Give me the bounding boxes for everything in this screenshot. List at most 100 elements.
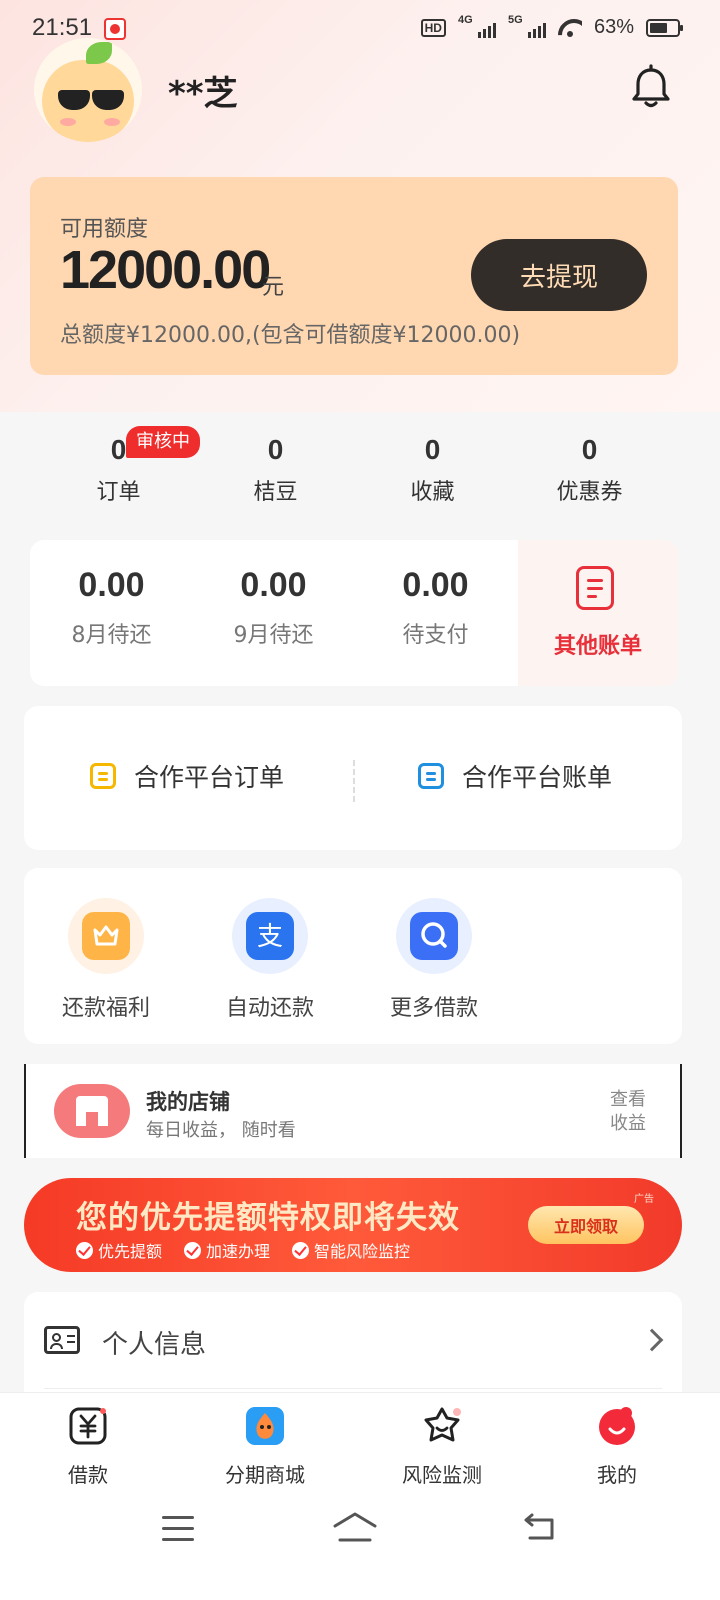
battery-percent: 63% (593, 16, 634, 38)
bills-card: 0.00 8月待还 0.00 9月待还 0.00 待支付 其他账单 (30, 540, 678, 686)
user-name: **芝 (168, 74, 238, 114)
notification-app-icon (104, 18, 126, 40)
partner-orders-link[interactable]: 合作平台订单 (90, 758, 284, 794)
back-icon[interactable] (522, 1512, 558, 1542)
bill-label: 待支付 (402, 623, 469, 648)
bill-label: 9月待还 (233, 623, 314, 648)
services-card: 还款福利 支 自动还款 更多借款 (24, 868, 682, 1044)
tab-mine[interactable]: 我的 (557, 1405, 677, 1488)
service-label: 还款福利 (61, 996, 150, 1021)
loan-icon (69, 1407, 107, 1445)
svg-text:支: 支 (257, 922, 283, 952)
promo-feature-label: 加速办理 (206, 1242, 271, 1261)
stat-value: 0 (581, 434, 598, 465)
order-document-icon (90, 763, 116, 789)
credit-card: 可用额度 12000.00 元 总额度¥12000.00,(包含可借额度¥120… (30, 177, 678, 375)
credit-unit: 元 (262, 275, 285, 300)
tab-loan[interactable]: 借款 (28, 1405, 148, 1488)
personal-info-row[interactable]: 个人信息 (24, 1292, 682, 1402)
service-label: 自动还款 (225, 996, 314, 1021)
tab-label: 风险监测 (402, 1463, 482, 1487)
credit-amount: 12000.00 (60, 240, 271, 300)
search-icon (396, 898, 472, 974)
gift-icon (68, 898, 144, 974)
service-more-loans[interactable]: 更多借款 (352, 898, 516, 1022)
other-bills-label: 其他账单 (553, 634, 642, 659)
stat-label: 优惠券 (556, 480, 623, 505)
alipay-icon: 支 (232, 898, 308, 974)
promo-feature-label: 智能风险监控 (314, 1242, 411, 1261)
service-repayment-benefits[interactable]: 还款福利 (24, 898, 188, 1022)
star-shield-icon (424, 1407, 461, 1442)
mall-icon (246, 1407, 284, 1445)
personal-info-label: 个人信息 (102, 1330, 207, 1360)
promo-feature: 智能风险监控 (292, 1238, 410, 1262)
review-badge: 审核中 (126, 426, 200, 458)
partner-bills-label: 合作平台账单 (462, 763, 613, 792)
bottom-tab-bar: 借款 分期商城 风险监测 我的 (0, 1392, 720, 1488)
bill-value: 0.00 (240, 566, 307, 604)
wifi-icon (558, 19, 582, 37)
stat-beans[interactable]: 0 桔豆 (197, 430, 354, 506)
claim-now-button[interactable]: 立即领取 (528, 1206, 644, 1244)
tab-installment-mall[interactable]: 分期商城 (205, 1405, 325, 1488)
signal-5g-icon: 5G (508, 14, 546, 38)
tab-risk-monitor[interactable]: 风险监测 (382, 1405, 502, 1488)
chevron-right-icon (640, 1328, 664, 1352)
promo-feature-label: 优先提额 (98, 1242, 163, 1261)
promo-banner[interactable]: 您的优先提额特权即将失效 优先提额 加速办理 智能风险监控 立即领取 广告 (24, 1178, 682, 1272)
tab-label: 借款 (68, 1463, 108, 1487)
check-icon (292, 1241, 310, 1259)
bill-label: 8月待还 (71, 623, 152, 648)
stat-value: 0 (424, 434, 441, 465)
stat-favorites[interactable]: 0 收藏 (354, 430, 511, 506)
profile-icon (599, 1407, 635, 1445)
menu-icon[interactable] (162, 1516, 194, 1542)
partner-bills-link[interactable]: 合作平台账单 (418, 758, 612, 794)
bill-value: 0.00 (78, 566, 145, 604)
bill-document-icon (418, 763, 444, 789)
bell-icon[interactable] (628, 64, 674, 110)
id-card-icon (44, 1326, 80, 1354)
home-icon[interactable] (332, 1510, 378, 1544)
view-earnings-link[interactable]: 查看收益 (604, 1088, 652, 1136)
check-icon (184, 1241, 202, 1259)
bill-september[interactable]: 0.00 9月待还 (192, 540, 355, 686)
battery-icon (646, 18, 683, 37)
other-bills-button[interactable]: 其他账单 (518, 540, 678, 686)
signal-4g-label: 4G (457, 13, 473, 26)
hd-voice-icon: HD (420, 18, 446, 37)
stat-label: 订单 (96, 480, 141, 505)
stat-value: 0 (267, 434, 284, 465)
shop-subtitle: 每日收益， 随时看 (146, 1120, 296, 1141)
bill-august[interactable]: 0.00 8月待还 (30, 540, 193, 686)
service-label: 更多借款 (389, 996, 478, 1021)
promo-feature: 加速办理 (184, 1238, 270, 1262)
promo-title: 您的优先提额特权即将失效 (76, 1200, 460, 1236)
status-icons: HD 4G 5G 63% (420, 14, 683, 39)
promo-features: 优先提额 加速办理 智能风险监控 (76, 1238, 410, 1262)
credit-total: 总额度¥12000.00,(包含可借额度¥12000.00) (60, 323, 521, 348)
bill-value: 0.00 (402, 566, 469, 604)
avatar[interactable] (34, 38, 142, 142)
system-nav-bar (0, 1488, 720, 1600)
shop-icon (54, 1084, 130, 1138)
divider (44, 1388, 662, 1389)
partner-card: 合作平台订单 合作平台账单 (24, 706, 682, 850)
partner-orders-label: 合作平台订单 (134, 763, 285, 792)
service-auto-repay[interactable]: 支 自动还款 (188, 898, 352, 1022)
withdraw-button[interactable]: 去提现 (471, 239, 647, 311)
bill-pending-payment[interactable]: 0.00 待支付 (354, 540, 517, 686)
stat-label: 收藏 (410, 480, 455, 505)
bill-document-icon (576, 566, 614, 610)
my-shop-banner[interactable]: 我的店铺 每日收益， 随时看 查看收益 (24, 1064, 682, 1158)
signal-4g-icon: 4G (458, 14, 496, 38)
check-icon (76, 1241, 93, 1259)
stat-coupons[interactable]: 0 优惠券 (511, 430, 668, 506)
ad-label: 广告 (634, 1194, 654, 1205)
promo-feature: 优先提额 (76, 1238, 162, 1262)
shop-title: 我的店铺 (146, 1090, 230, 1114)
divider (353, 760, 355, 802)
tab-label: 我的 (597, 1463, 637, 1487)
signal-5g-label: 5G (507, 13, 523, 26)
